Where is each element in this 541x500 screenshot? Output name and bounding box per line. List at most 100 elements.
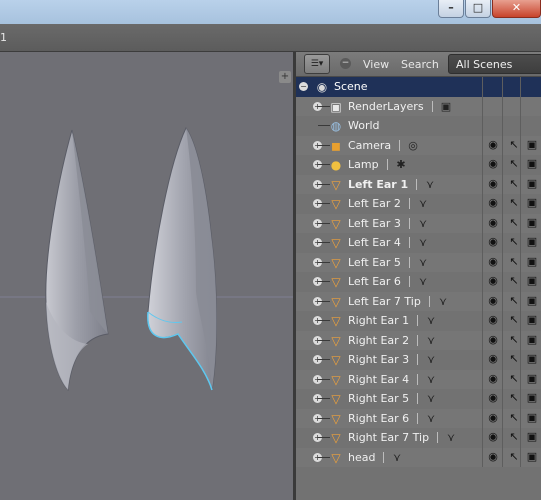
- outliner-row-label[interactable]: Scene: [334, 80, 368, 93]
- outliner-row[interactable]: +▽Right Ear 5⋎◉↖▣: [296, 389, 541, 409]
- collapse-row-icon[interactable]: −: [299, 82, 308, 91]
- visibility-eye-icon[interactable]: ◉: [486, 138, 500, 152]
- mesh-data-icon[interactable]: ⋎: [415, 196, 431, 212]
- mesh-data-icon[interactable]: ⋎: [423, 411, 439, 427]
- select-cursor-icon[interactable]: ↖: [507, 157, 521, 171]
- select-cursor-icon[interactable]: ↖: [507, 196, 521, 210]
- mesh-icon[interactable]: ▽: [328, 235, 344, 251]
- outliner-row[interactable]: +◼Camera◎◉↖▣: [296, 135, 541, 155]
- mesh-icon[interactable]: ▽: [328, 450, 344, 466]
- mesh-data-icon[interactable]: ⋎: [423, 352, 439, 368]
- select-cursor-icon[interactable]: ↖: [507, 294, 521, 308]
- mesh-data-icon[interactable]: ⋎: [423, 333, 439, 349]
- select-cursor-icon[interactable]: ↖: [507, 430, 521, 444]
- visibility-eye-icon[interactable]: ◉: [486, 430, 500, 444]
- visibility-eye-icon[interactable]: ◉: [486, 333, 500, 347]
- visibility-eye-icon[interactable]: ◉: [486, 177, 500, 191]
- outliner-row-label[interactable]: Right Ear 7 Tip: [348, 431, 429, 444]
- outliner-row[interactable]: +▽Right Ear 2⋎◉↖▣: [296, 330, 541, 350]
- outliner-row-label[interactable]: Lamp: [348, 158, 379, 171]
- maximize-button[interactable]: □: [465, 0, 491, 18]
- render-camera-icon[interactable]: ▣: [525, 450, 539, 464]
- render-camera-icon[interactable]: ▣: [525, 274, 539, 288]
- mesh-icon[interactable]: ▽: [328, 391, 344, 407]
- outliner-row[interactable]: +▽Right Ear 1⋎◉↖▣: [296, 311, 541, 331]
- mesh-data-icon[interactable]: ⋎: [443, 430, 459, 446]
- display-mode-dropdown[interactable]: All Scenes: [448, 54, 541, 74]
- select-cursor-icon[interactable]: ↖: [507, 235, 521, 249]
- render-camera-icon[interactable]: ▣: [525, 235, 539, 249]
- outliner-row[interactable]: − ◉ Scene: [296, 77, 541, 97]
- select-cursor-icon[interactable]: ↖: [507, 372, 521, 386]
- visibility-eye-icon[interactable]: ◉: [486, 216, 500, 230]
- select-cursor-icon[interactable]: ↖: [507, 255, 521, 269]
- mesh-data-icon[interactable]: ⋎: [435, 294, 451, 310]
- mesh-icon[interactable]: ▽: [328, 274, 344, 290]
- scene-icon[interactable]: ◉: [314, 79, 330, 95]
- mesh-data-icon[interactable]: ⋎: [415, 255, 431, 271]
- search-menu[interactable]: Search: [401, 58, 439, 71]
- render-camera-icon[interactable]: ▣: [525, 430, 539, 444]
- render-camera-icon[interactable]: ▣: [525, 411, 539, 425]
- mesh-icon[interactable]: ▽: [328, 216, 344, 232]
- visibility-eye-icon[interactable]: ◉: [486, 372, 500, 386]
- visibility-eye-icon[interactable]: ◉: [486, 294, 500, 308]
- lamp-data-icon[interactable]: ✱: [393, 157, 409, 173]
- camera-icon[interactable]: ◼: [328, 138, 344, 154]
- mesh-icon[interactable]: ▽: [328, 333, 344, 349]
- mesh-icon[interactable]: ▽: [328, 430, 344, 446]
- outliner-row[interactable]: +▽Left Ear 1⋎◉↖▣: [296, 174, 541, 194]
- mesh-icon[interactable]: ▽: [328, 177, 344, 193]
- visibility-eye-icon[interactable]: ◉: [486, 157, 500, 171]
- outliner-row-label[interactable]: Right Ear 3: [348, 353, 409, 366]
- minimize-button[interactable]: –: [438, 0, 464, 18]
- select-cursor-icon[interactable]: ↖: [507, 411, 521, 425]
- select-cursor-icon[interactable]: ↖: [507, 391, 521, 405]
- visibility-eye-icon[interactable]: ◉: [486, 235, 500, 249]
- outliner-row[interactable]: +▣RenderLayers▣: [296, 96, 541, 116]
- outliner-row[interactable]: +▽Left Ear 7 Tip⋎◉↖▣: [296, 291, 541, 311]
- viewport-region-toggle[interactable]: +: [279, 71, 291, 83]
- render-layers-data-icon[interactable]: ▣: [438, 99, 454, 115]
- editor-type-button[interactable]: ☰▾: [304, 54, 330, 74]
- outliner-row-label[interactable]: Left Ear 7 Tip: [348, 295, 421, 308]
- mesh-data-icon[interactable]: ⋎: [415, 274, 431, 290]
- outliner-row-label[interactable]: Right Ear 4: [348, 373, 409, 386]
- outliner-row-label[interactable]: Right Ear 2: [348, 334, 409, 347]
- mesh-icon[interactable]: ▽: [328, 313, 344, 329]
- render-camera-icon[interactable]: ▣: [525, 216, 539, 230]
- mesh-data-icon[interactable]: ⋎: [423, 313, 439, 329]
- lamp-icon[interactable]: ●: [328, 157, 344, 173]
- outliner-row[interactable]: +▽Left Ear 3⋎◉↖▣: [296, 213, 541, 233]
- render-camera-icon[interactable]: ▣: [525, 391, 539, 405]
- mesh-data-icon[interactable]: ⋎: [423, 372, 439, 388]
- visibility-eye-icon[interactable]: ◉: [486, 196, 500, 210]
- collapse-icon[interactable]: −: [340, 58, 351, 69]
- visibility-eye-icon[interactable]: ◉: [486, 411, 500, 425]
- visibility-eye-icon[interactable]: ◉: [486, 313, 500, 327]
- mesh-icon[interactable]: ▽: [328, 255, 344, 271]
- visibility-eye-icon[interactable]: ◉: [486, 274, 500, 288]
- visibility-eye-icon[interactable]: ◉: [486, 255, 500, 269]
- outliner-row-label[interactable]: Left Ear 1: [348, 178, 408, 191]
- select-cursor-icon[interactable]: ↖: [507, 352, 521, 366]
- outliner-row-label[interactable]: Left Ear 2: [348, 197, 401, 210]
- outliner-row[interactable]: +▽Left Ear 6⋎◉↖▣: [296, 272, 541, 292]
- outliner-row-label[interactable]: Right Ear 1: [348, 314, 409, 327]
- outliner-row-label[interactable]: Right Ear 6: [348, 412, 409, 425]
- mesh-icon[interactable]: ▽: [328, 372, 344, 388]
- render-camera-icon[interactable]: ▣: [525, 294, 539, 308]
- mesh-icon[interactable]: ▽: [328, 294, 344, 310]
- outliner-row-label[interactable]: Camera: [348, 139, 391, 152]
- camera-data-icon[interactable]: ◎: [405, 138, 421, 154]
- select-cursor-icon[interactable]: ↖: [507, 274, 521, 288]
- render-layers-icon[interactable]: ▣: [328, 99, 344, 115]
- outliner-row[interactable]: +▽Right Ear 7 Tip⋎◉↖▣: [296, 428, 541, 448]
- outliner-row[interactable]: ◍ World: [296, 116, 541, 136]
- outliner-row-label[interactable]: RenderLayers: [348, 100, 424, 113]
- outliner-row[interactable]: +▽Left Ear 5⋎◉↖▣: [296, 252, 541, 272]
- render-camera-icon[interactable]: ▣: [525, 313, 539, 327]
- visibility-eye-icon[interactable]: ◉: [486, 391, 500, 405]
- render-camera-icon[interactable]: ▣: [525, 352, 539, 366]
- close-button[interactable]: ✕: [492, 0, 541, 18]
